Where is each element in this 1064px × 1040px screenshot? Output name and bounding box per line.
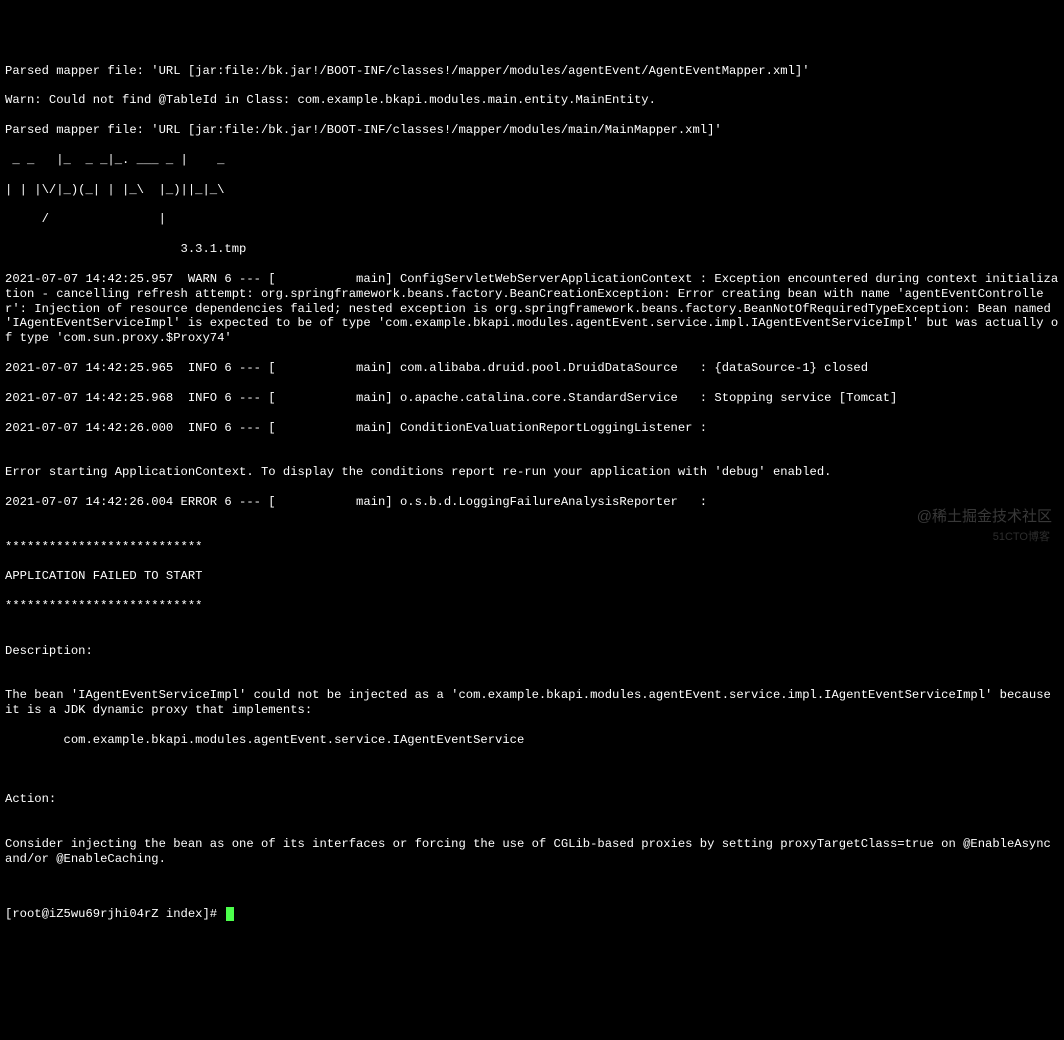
log-line: 2021-07-07 14:42:26.000 INFO 6 --- [ mai… <box>5 421 1059 436</box>
log-line: *************************** <box>5 540 1059 555</box>
log-line: The bean 'IAgentEventServiceImpl' could … <box>5 688 1059 718</box>
log-line: Parsed mapper file: 'URL [jar:file:/bk.j… <box>5 64 1059 79</box>
log-line: APPLICATION FAILED TO START <box>5 569 1059 584</box>
log-line: com.example.bkapi.modules.agentEvent.ser… <box>5 733 1059 748</box>
ascii-art: 3.3.1.tmp <box>5 242 1059 257</box>
log-line: Description: <box>5 644 1059 659</box>
cursor-icon <box>226 907 234 921</box>
log-line: Action: <box>5 792 1059 807</box>
log-line: Error starting ApplicationContext. To di… <box>5 465 1059 480</box>
ascii-art: _ _ |_ _ _|_. ___ _ | _ <box>5 153 1059 168</box>
ascii-art: / | <box>5 212 1059 227</box>
ascii-art: | | |\/|_)(_| | |_\ |_)||_|_\ <box>5 183 1059 198</box>
log-line: 2021-07-07 14:42:25.968 INFO 6 --- [ mai… <box>5 391 1059 406</box>
log-line: 2021-07-07 14:42:26.004 ERROR 6 --- [ ma… <box>5 495 1059 510</box>
log-line: *************************** <box>5 599 1059 614</box>
log-line: 2021-07-07 14:42:25.957 WARN 6 --- [ mai… <box>5 272 1059 346</box>
log-line: 2021-07-07 14:42:25.965 INFO 6 --- [ mai… <box>5 361 1059 376</box>
watermark-text: @稀土掘金技术社区 <box>917 508 1052 526</box>
shell-prompt-row[interactable]: [root@iZ5wu69rjhi04rZ index]# <box>5 907 1059 922</box>
log-line: Consider injecting the bean as one of it… <box>5 837 1059 867</box>
shell-prompt: [root@iZ5wu69rjhi04rZ index]# <box>5 907 224 922</box>
log-line: Warn: Could not find @TableId in Class: … <box>5 93 1059 108</box>
log-line: Parsed mapper file: 'URL [jar:file:/bk.j… <box>5 123 1059 138</box>
